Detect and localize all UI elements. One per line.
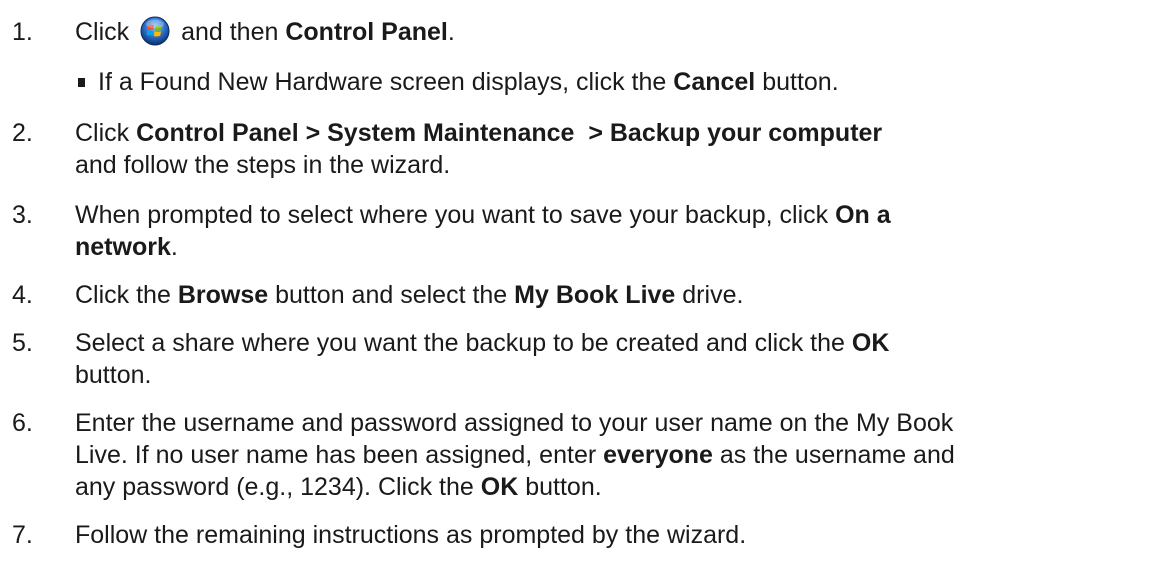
step-text: When prompted to select where you want t… <box>75 201 891 261</box>
step-number: 7. <box>12 521 33 549</box>
step-number: 3. <box>12 201 33 229</box>
windows-start-orb-icon <box>140 16 170 46</box>
step-text: Click Control Panel > System Maintenance… <box>75 119 883 179</box>
instructions-document: 1. Click and then Control Panel. If a Fo… <box>0 0 1163 565</box>
step-text: Select a share where you want the backup… <box>75 329 890 389</box>
step-number: 1. <box>12 18 33 46</box>
step-text: Follow the remaining instructions as pro… <box>75 521 747 549</box>
step-number: 5. <box>12 329 33 357</box>
bullet-marker-icon <box>78 78 85 87</box>
sub-bullet-text: If a Found New Hardware screen displays,… <box>98 68 839 96</box>
step-text: Click and then Control Panel. <box>75 16 455 46</box>
step-number: 6. <box>12 409 33 437</box>
step-number: 2. <box>12 119 33 147</box>
step-number: 4. <box>12 281 33 309</box>
step-text: Enter the username and password assigned… <box>75 409 955 501</box>
step-text: Click the Browse button and select the M… <box>75 281 744 309</box>
